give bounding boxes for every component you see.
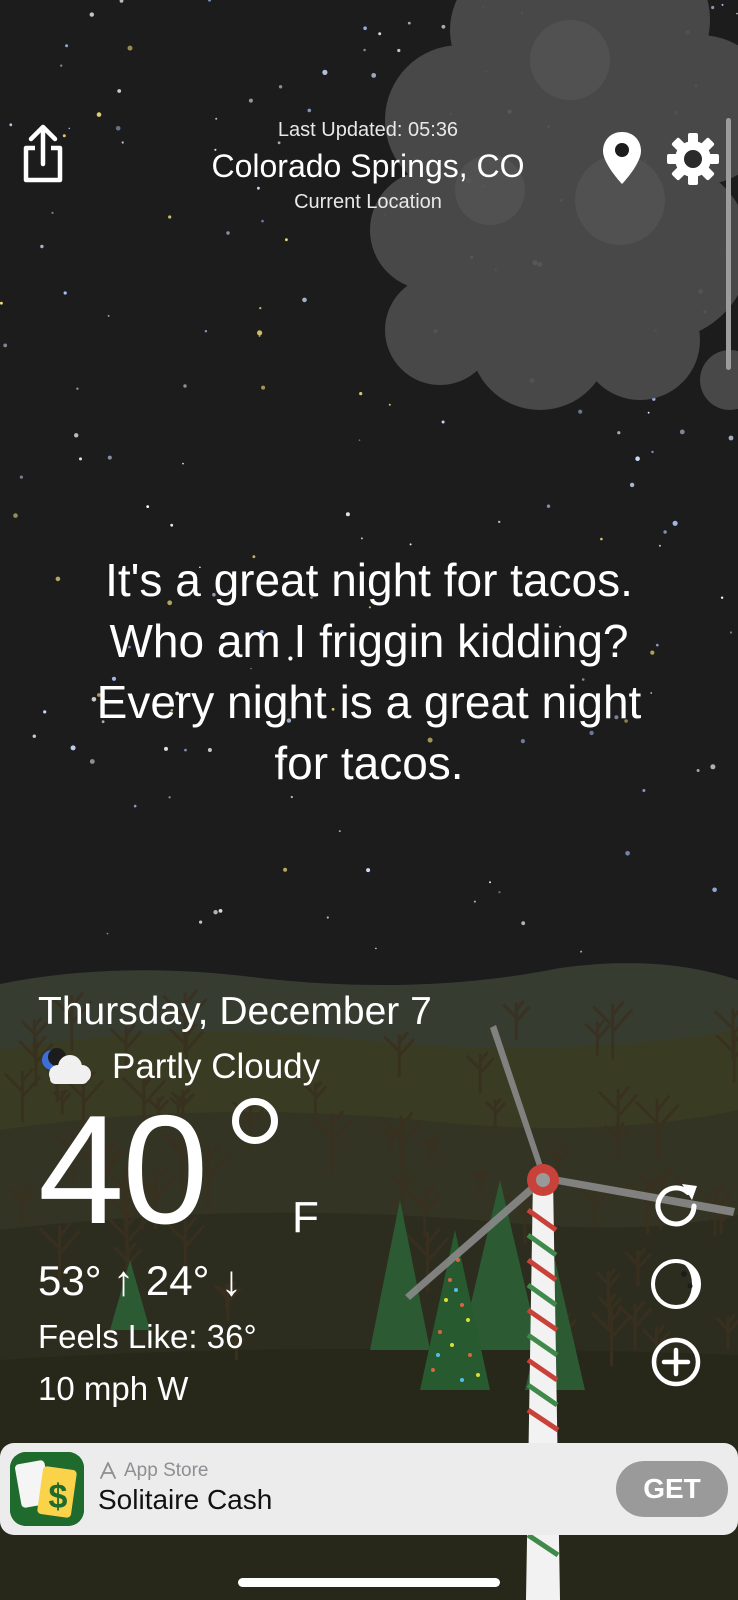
moon-phase-icon bbox=[651, 1259, 701, 1309]
last-updated-text: Last Updated: 05:36 bbox=[277, 119, 459, 141]
gear-icon bbox=[667, 133, 719, 185]
refresh-icon bbox=[655, 1184, 697, 1227]
scroll-indicator[interactable] bbox=[726, 118, 731, 370]
ad-app-name[interactable]: Solitaire Cash bbox=[98, 1484, 272, 1516]
temperature-unit: F bbox=[292, 1193, 319, 1242]
home-indicator[interactable] bbox=[238, 1578, 500, 1587]
svg-text:$: $ bbox=[49, 1478, 68, 1516]
quote-line: Every night is a great night bbox=[96, 676, 642, 728]
share-icon bbox=[23, 124, 63, 183]
date-text: Thursday, December 7 bbox=[38, 990, 432, 1033]
app-store-icon bbox=[100, 1462, 116, 1479]
ad-store-label: App Store bbox=[98, 1460, 209, 1482]
get-button[interactable]: GET bbox=[616, 1461, 728, 1517]
cloud-bank bbox=[370, 0, 738, 410]
city-name[interactable]: Colorado Springs, CO bbox=[140, 148, 596, 185]
wind-text: 10 mph W bbox=[38, 1370, 189, 1407]
add-button[interactable] bbox=[650, 1336, 702, 1388]
weather-quote: It's a great night for tacos. Who am I f… bbox=[40, 550, 698, 794]
settings-button[interactable] bbox=[666, 132, 720, 186]
quote-line: Who am I friggin kidding? bbox=[109, 615, 629, 667]
moon-phase-button[interactable] bbox=[650, 1258, 702, 1310]
location-label: Current Location bbox=[294, 191, 442, 213]
feels-like-text: Feels Like: 36° bbox=[38, 1318, 257, 1355]
refresh-button[interactable] bbox=[650, 1180, 702, 1232]
ad-store-text: App Store bbox=[124, 1460, 209, 1481]
plus-circle-icon bbox=[651, 1337, 701, 1387]
condition-text: Partly Cloudy bbox=[112, 1047, 321, 1086]
location-button[interactable] bbox=[600, 130, 644, 186]
degree-symbol bbox=[232, 1098, 278, 1144]
map-pin-icon bbox=[603, 132, 641, 184]
solitaire-cash-app-icon[interactable]: $ bbox=[10, 1452, 84, 1526]
quote-line: for tacos. bbox=[274, 737, 464, 789]
partly-cloudy-night-icon bbox=[38, 1048, 94, 1088]
share-button[interactable] bbox=[18, 124, 68, 186]
quote-line: It's a great night for tacos. bbox=[105, 554, 633, 606]
temperature-value: 40 bbox=[38, 1083, 208, 1256]
high-low-temperature: 53° ↑ 24° ↓ bbox=[38, 1257, 243, 1304]
